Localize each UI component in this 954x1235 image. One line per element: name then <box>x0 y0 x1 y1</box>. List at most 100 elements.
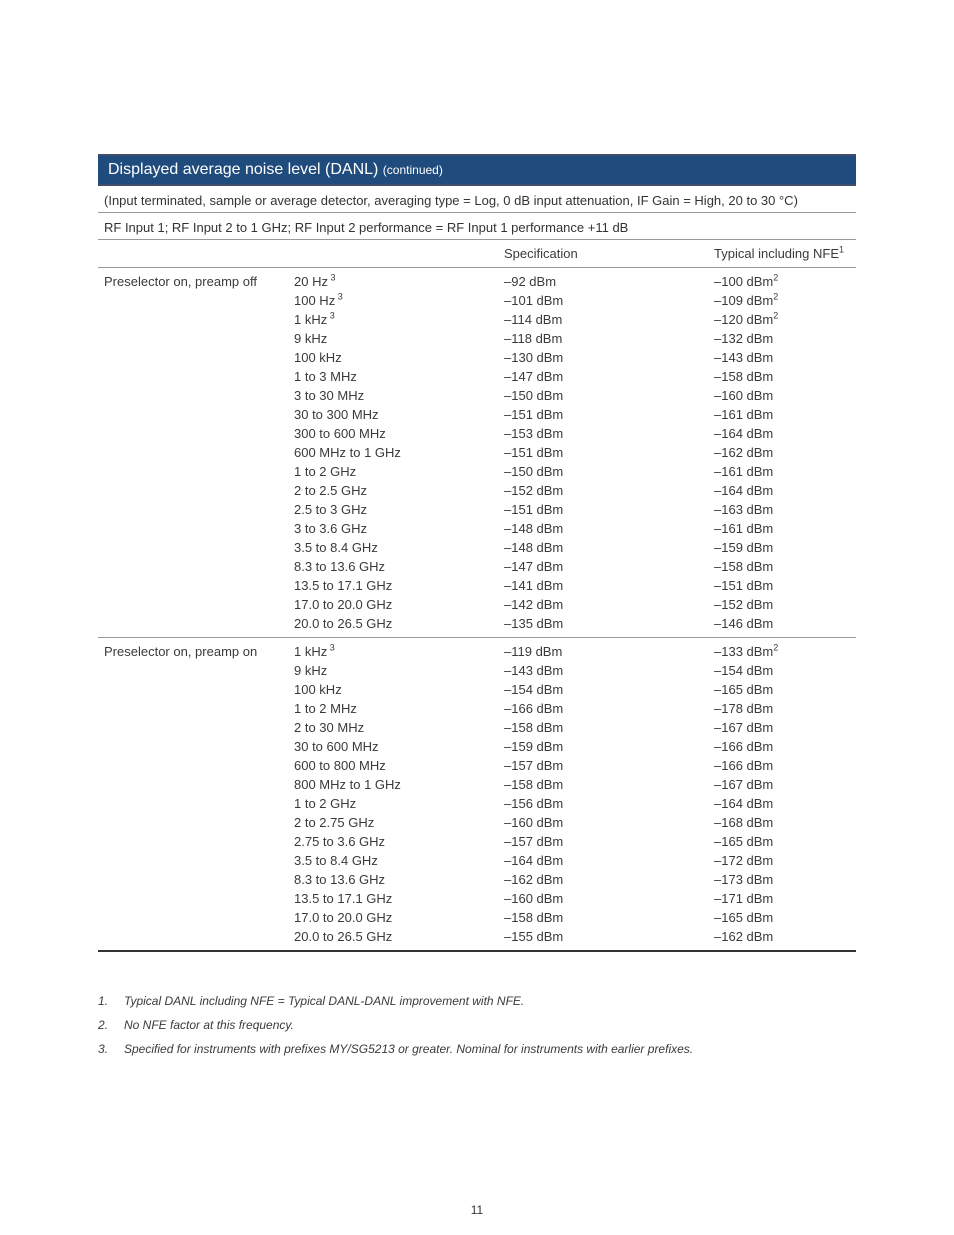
table-row: 600 MHz to 1 GHz–151 dBm–162 dBm <box>98 443 856 462</box>
row-typical: –146 dBm <box>714 614 850 633</box>
typical-value: –146 dBm <box>714 616 773 631</box>
row-label <box>104 699 294 718</box>
table-body: Preselector on, preamp off20 Hz 3–92 dBm… <box>98 268 856 952</box>
typical-value: –161 dBm <box>714 464 773 479</box>
frequency-value: 9 kHz <box>294 663 327 678</box>
row-specification: –147 dBm <box>504 367 714 386</box>
row-frequency: 1 to 2 MHz <box>294 699 504 718</box>
frequency-value: 3 to 3.6 GHz <box>294 521 367 536</box>
frequency-value: 13.5 to 17.1 GHz <box>294 578 392 593</box>
typical-value: –162 dBm <box>714 445 773 460</box>
row-frequency: 8.3 to 13.6 GHz <box>294 557 504 576</box>
page-number: 11 <box>0 1203 954 1217</box>
typical-value: –173 dBm <box>714 872 773 887</box>
row-label <box>104 908 294 927</box>
row-typical: –163 dBm <box>714 500 850 519</box>
row-typical: –120 dBm2 <box>714 310 850 329</box>
table-row: 17.0 to 20.0 GHz–142 dBm–152 dBm <box>98 595 856 614</box>
row-typical: –164 dBm <box>714 481 850 500</box>
typical-value: –120 dBm <box>714 312 773 327</box>
frequency-value: 3.5 to 8.4 GHz <box>294 853 378 868</box>
frequency-value: 20.0 to 26.5 GHz <box>294 616 392 631</box>
row-typical: –165 dBm <box>714 832 850 851</box>
footnote-number: 1. <box>98 994 124 1008</box>
row-frequency: 1 kHz 3 <box>294 310 504 329</box>
section-title: Displayed average noise level (DANL) (co… <box>98 154 856 186</box>
title-continued: (continued) <box>383 163 443 177</box>
frequency-value: 20 Hz <box>294 274 328 289</box>
frequency-value: 2 to 2.75 GHz <box>294 815 374 830</box>
row-frequency: 2.5 to 3 GHz <box>294 500 504 519</box>
frequency-value: 1 to 2 GHz <box>294 796 356 811</box>
row-frequency: 20 Hz 3 <box>294 272 504 291</box>
row-typical: –167 dBm <box>714 775 850 794</box>
row-frequency: 600 to 800 MHz <box>294 756 504 775</box>
footnote-text: No NFE factor at this frequency. <box>124 1018 856 1032</box>
row-specification: –148 dBm <box>504 519 714 538</box>
row-frequency: 1 to 2 GHz <box>294 794 504 813</box>
frequency-value: 30 to 300 MHz <box>294 407 379 422</box>
typical-value: –160 dBm <box>714 388 773 403</box>
frequency-value: 17.0 to 20.0 GHz <box>294 910 392 925</box>
table-header-row: Specification Typical including NFE1 <box>98 240 856 268</box>
frequency-note: 3 <box>327 311 335 321</box>
typical-value: –166 dBm <box>714 739 773 754</box>
typical-value: –133 dBm <box>714 644 773 659</box>
header-blank-2 <box>294 244 504 263</box>
row-specification: –141 dBm <box>504 576 714 595</box>
table-row: 100 Hz 3–101 dBm–109 dBm2 <box>98 291 856 310</box>
typical-value: –164 dBm <box>714 796 773 811</box>
row-specification: –148 dBm <box>504 538 714 557</box>
row-specification: –164 dBm <box>504 851 714 870</box>
frequency-note: 3 <box>335 292 343 302</box>
row-frequency: 3 to 3.6 GHz <box>294 519 504 538</box>
row-specification: –151 dBm <box>504 443 714 462</box>
typical-value: –171 dBm <box>714 891 773 906</box>
frequency-note: 3 <box>328 273 336 283</box>
row-label <box>104 927 294 946</box>
frequency-value: 2 to 2.5 GHz <box>294 483 367 498</box>
frequency-value: 8.3 to 13.6 GHz <box>294 872 385 887</box>
row-frequency: 1 to 2 GHz <box>294 462 504 481</box>
table-section: Preselector on, preamp on1 kHz 3–119 dBm… <box>98 637 856 952</box>
table-row: 1 to 2 GHz–156 dBm–164 dBm <box>98 794 856 813</box>
row-label <box>104 832 294 851</box>
row-specification: –101 dBm <box>504 291 714 310</box>
table-row: 30 to 600 MHz–159 dBm–166 dBm <box>98 737 856 756</box>
row-typical: –154 dBm <box>714 661 850 680</box>
frequency-value: 100 kHz <box>294 350 342 365</box>
frequency-note: 3 <box>327 643 335 653</box>
row-typical: –143 dBm <box>714 348 850 367</box>
row-frequency: 13.5 to 17.1 GHz <box>294 889 504 908</box>
frequency-value: 20.0 to 26.5 GHz <box>294 929 392 944</box>
typical-value: –165 dBm <box>714 682 773 697</box>
frequency-value: 1 kHz <box>294 644 327 659</box>
row-frequency: 1 to 3 MHz <box>294 367 504 386</box>
row-typical: –162 dBm <box>714 443 850 462</box>
row-typical: –164 dBm <box>714 424 850 443</box>
frequency-value: 3.5 to 8.4 GHz <box>294 540 378 555</box>
row-typical: –152 dBm <box>714 595 850 614</box>
row-frequency: 20.0 to 26.5 GHz <box>294 614 504 633</box>
typical-value: –161 dBm <box>714 521 773 536</box>
row-frequency: 8.3 to 13.6 GHz <box>294 870 504 889</box>
table-row: Preselector on, preamp off20 Hz 3–92 dBm… <box>98 272 856 291</box>
typical-value: –100 dBm <box>714 274 773 289</box>
typical-value: –165 dBm <box>714 910 773 925</box>
typical-value: –151 dBm <box>714 578 773 593</box>
row-label <box>104 367 294 386</box>
typical-value: –164 dBm <box>714 483 773 498</box>
row-label <box>104 329 294 348</box>
row-typical: –161 dBm <box>714 519 850 538</box>
table-row: 100 kHz–154 dBm–165 dBm <box>98 680 856 699</box>
table-row: 17.0 to 20.0 GHz–158 dBm–165 dBm <box>98 908 856 927</box>
row-frequency: 20.0 to 26.5 GHz <box>294 927 504 946</box>
row-specification: –159 dBm <box>504 737 714 756</box>
row-label: Preselector on, preamp off <box>104 272 294 291</box>
row-label <box>104 813 294 832</box>
row-frequency: 3.5 to 8.4 GHz <box>294 851 504 870</box>
row-typical: –161 dBm <box>714 462 850 481</box>
row-typical: –171 dBm <box>714 889 850 908</box>
row-frequency: 30 to 600 MHz <box>294 737 504 756</box>
row-label <box>104 870 294 889</box>
